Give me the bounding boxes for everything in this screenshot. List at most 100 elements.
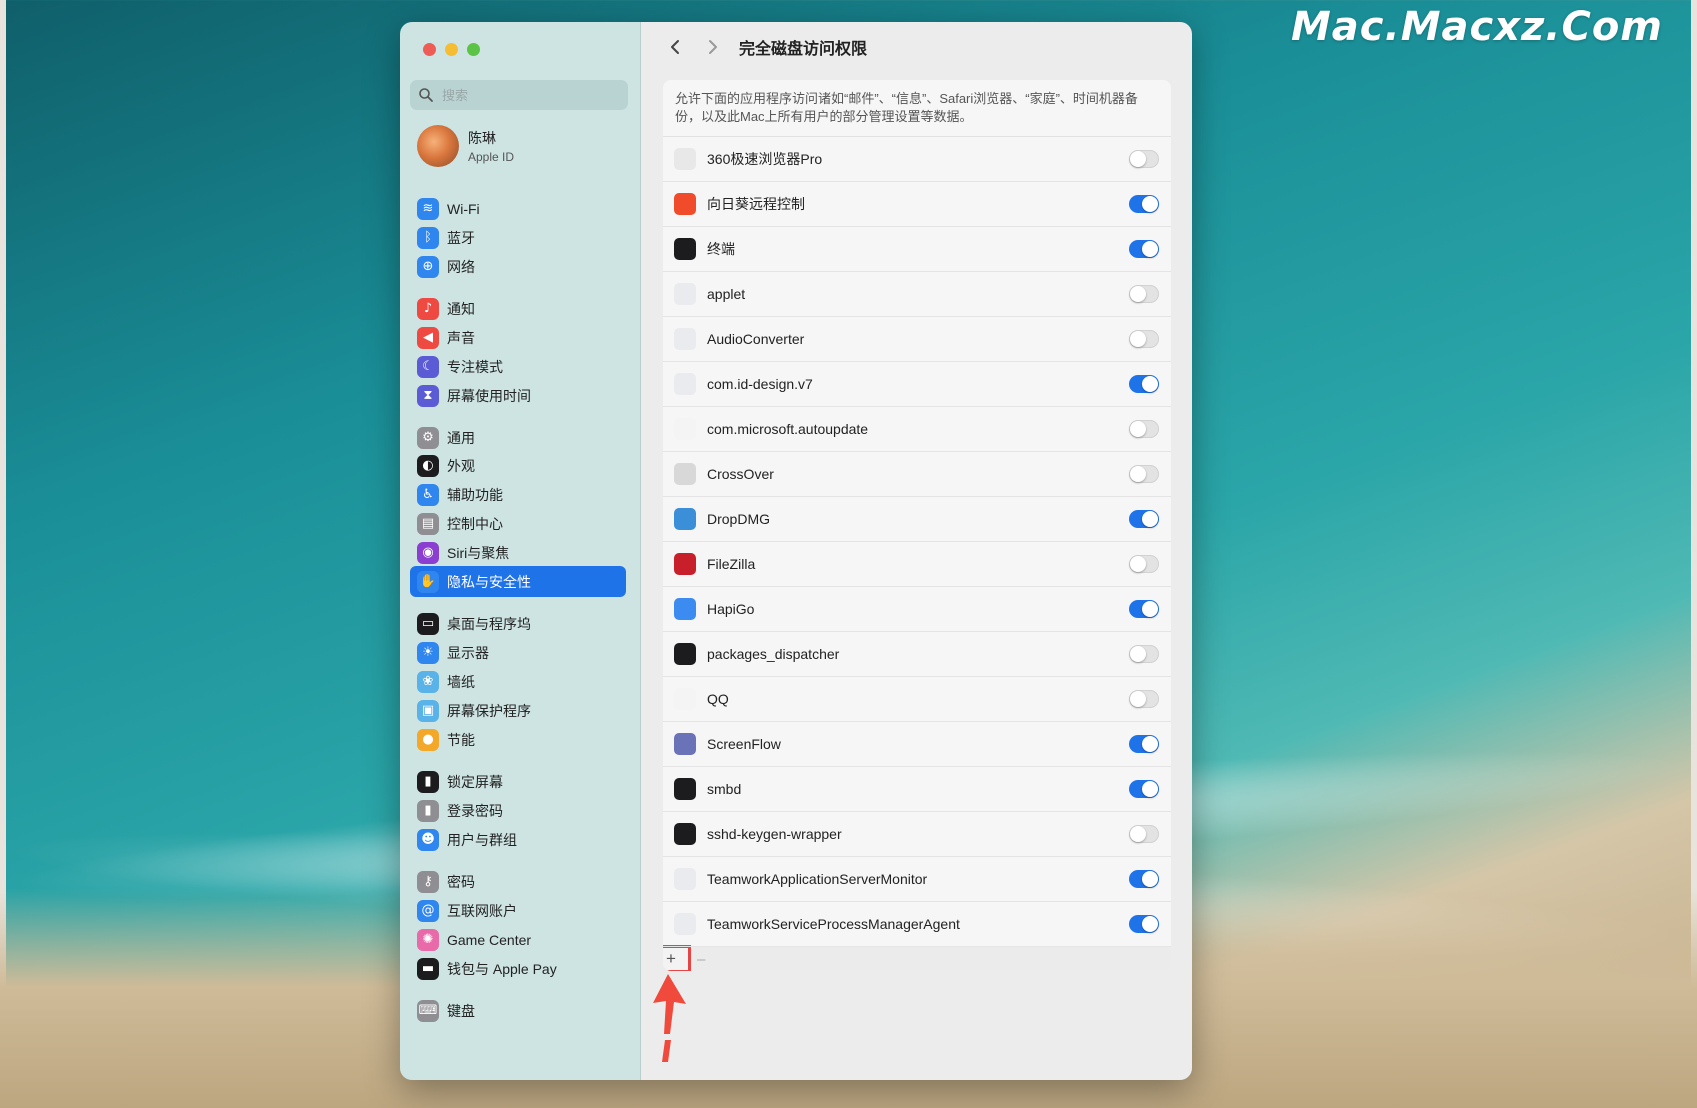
chevron-right-icon [709,40,717,54]
access-toggle[interactable] [1129,735,1159,753]
access-toggle[interactable] [1129,150,1159,168]
apple-id-profile[interactable]: 陈琳 Apple ID [417,125,514,167]
app-row: 360极速浏览器Pro [663,137,1171,182]
sidebar-item-22[interactable]: @ 互联网账户 [410,895,626,926]
sidebar-item-5[interactable]: ☾ 专注模式 [410,351,626,382]
app-name: smbd [707,781,742,797]
sidebar-item-4[interactable]: ◀ 声音 [410,322,626,353]
forward-button[interactable] [701,35,725,59]
access-toggle[interactable] [1129,870,1159,888]
sidebar-item-10[interactable]: ▤ 控制中心 [410,508,626,539]
sidebar-item-23[interactable]: ✺ Game Center [410,924,626,955]
sidebar-item-24[interactable]: ▬ 钱包与 Apple Pay [410,953,626,984]
sidebar-item-8[interactable]: ◐ 外观 [410,450,626,481]
sun-icon: ☀ [417,641,439,664]
search-icon [419,88,433,102]
users-icon: ☻ [417,828,439,851]
access-toggle[interactable] [1129,285,1159,303]
access-toggle[interactable] [1129,465,1159,483]
access-toggle[interactable] [1129,195,1159,213]
app-name: 终端 [707,241,735,257]
sidebar-item-label: 互联网账户 [447,902,517,919]
minimize-button[interactable] [445,43,458,56]
sidebar-item-label: 屏幕保护程序 [447,702,531,719]
sidebar-item-15[interactable]: ❀ 墙纸 [410,666,626,697]
back-button[interactable] [663,35,687,59]
remove-app-button[interactable]: – [697,951,705,968]
app-row: CrossOver [663,452,1171,497]
app-name: FileZilla [707,556,756,572]
access-toggle[interactable] [1129,825,1159,843]
screensaver-icon: ▣ [417,699,439,722]
hapigo-icon [674,598,696,620]
settings-window: 陈琳 Apple ID ≋ Wi-Fi ᛒ 蓝牙 ⊕ 网络 ♪ 通知 ◀ 声音 ☾ 专注模式 ⧗ 屏幕使用… [400,22,1192,1080]
lock-small-icon: ▮ [417,799,439,822]
access-toggle[interactable] [1129,375,1159,393]
sidebar-item-7[interactable]: ⚙ 通用 [410,422,626,453]
access-toggle[interactable] [1129,510,1159,528]
sidebar-item-label: 声音 [447,329,475,346]
toggle-knob [1142,196,1158,212]
sidebar-item-2[interactable]: ⊕ 网络 [410,251,626,282]
sidebar-item-label: 控制中心 [447,515,503,532]
sidebar-item-16[interactable]: ▣ 屏幕保护程序 [410,695,626,726]
sidebar-item-3[interactable]: ♪ 通知 [410,293,626,324]
access-toggle[interactable] [1129,780,1159,798]
access-toggle[interactable] [1129,420,1159,438]
sidebar-item-6[interactable]: ⧗ 屏幕使用时间 [410,380,626,411]
profile-name: 陈琳 [468,130,496,146]
access-toggle[interactable] [1129,915,1159,933]
app-name: com.id-design.v7 [707,376,813,392]
access-toggle[interactable] [1129,240,1159,258]
add-app-button[interactable]: + [663,945,691,971]
exec-icon [674,823,696,845]
qq-penguin-icon [674,688,696,710]
app-row: com.id-design.v7 [663,362,1171,407]
sidebar-item-1[interactable]: ᛒ 蓝牙 [410,222,626,253]
terminal-icon [674,238,696,260]
globe-icon: ⊕ [417,255,439,278]
sidebar-item-label: 隐私与安全性 [447,573,531,590]
sidebar-item-9[interactable]: ♿ 辅助功能 [410,479,626,510]
sidebar-item-label: 用户与群组 [447,831,517,848]
sidebar-item-label: 钱包与 Apple Pay [447,960,557,977]
sidebar-item-20[interactable]: ☻ 用户与群组 [410,824,626,855]
app-name: AudioConverter [707,331,805,347]
sidebar-item-0[interactable]: ≋ Wi-Fi [410,193,626,224]
siri-icon: ◉ [417,541,439,564]
search-field[interactable] [410,80,628,110]
page-title: 完全磁盘访问权限 [739,41,868,58]
toggle-knob [1130,151,1146,167]
sidebar-item-21[interactable]: ⚷ 密码 [410,866,626,897]
sidebar-item-18[interactable]: ▮ 锁定屏幕 [410,766,626,797]
access-toggle[interactable] [1129,690,1159,708]
access-toggle[interactable] [1129,330,1159,348]
sidebar-item-label: 键盘 [447,1002,475,1019]
app-row: QQ [663,677,1171,722]
generic-app-icon [674,328,696,350]
toggle-knob [1142,916,1158,932]
toggle-knob [1130,331,1146,347]
app-name: applet [707,286,746,302]
sidebar-item-17[interactable]: ● 节能 [410,724,626,755]
access-toggle[interactable] [1129,645,1159,663]
toggle-knob [1142,241,1158,257]
app-name: 向日葵远程控制 [707,196,805,212]
toggle-knob [1142,781,1158,797]
access-toggle[interactable] [1129,555,1159,573]
zoom-button[interactable] [467,43,480,56]
sidebar-item-13[interactable]: ▭ 桌面与程序坞 [410,608,626,639]
key-icon: ⚷ [417,870,439,893]
close-button[interactable] [423,43,436,56]
app-row: TeamworkApplicationServerMonitor [663,857,1171,902]
gear-icon: ⚙ [417,426,439,449]
sidebar-item-11[interactable]: ◉ Siri与聚焦 [410,537,626,568]
sidebar-item-25[interactable]: ⌨ 键盘 [410,995,626,1026]
sidebar-item-label: 辅助功能 [447,486,503,503]
sidebar-item-12[interactable]: ✋ 隐私与安全性 [410,566,626,597]
search-input[interactable] [440,86,614,104]
access-toggle[interactable] [1129,600,1159,618]
sidebar-item-19[interactable]: ▮ 登录密码 [410,795,626,826]
sidebar-item-14[interactable]: ☀ 显示器 [410,637,626,668]
sidebar-item-label: 密码 [447,873,475,890]
